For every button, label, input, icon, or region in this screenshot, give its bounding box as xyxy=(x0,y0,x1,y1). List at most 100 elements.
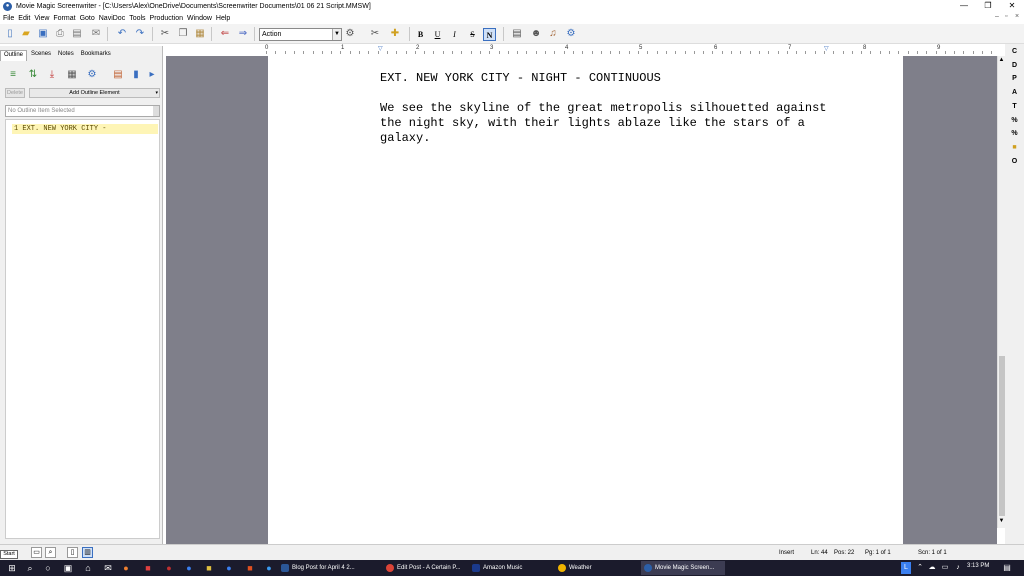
folder-icon[interactable]: ■ xyxy=(203,562,215,574)
mdi-minimize-button[interactable]: – xyxy=(995,13,999,20)
firefox-icon[interactable]: ● xyxy=(120,562,132,574)
chevron-down-icon[interactable]: ▼ xyxy=(332,29,341,40)
app-icon-orange[interactable]: ● xyxy=(163,562,175,574)
menu-help[interactable]: Help xyxy=(216,15,230,22)
outline-levels-icon[interactable]: ≡ xyxy=(6,68,20,82)
mail-icon[interactable]: ✉ xyxy=(102,562,114,574)
element-selector[interactable]: Action ▼ xyxy=(259,28,342,41)
notes-icon[interactable]: ▤ xyxy=(510,27,524,41)
italic-button[interactable]: I xyxy=(448,28,461,41)
format-element-icon[interactable]: ⚙ xyxy=(343,27,357,41)
menu-tools[interactable]: Tools xyxy=(129,15,145,22)
vertical-scrollbar[interactable]: ▲ ▼ xyxy=(997,56,1005,528)
windows-start-icon[interactable]: ⊞ xyxy=(6,562,18,574)
scene-cut-icon[interactable]: ✂ xyxy=(368,27,382,41)
save-icon[interactable]: ▣ xyxy=(36,27,50,41)
print-preview-icon[interactable]: ▤ xyxy=(70,27,84,41)
redo-icon[interactable]: ↷ xyxy=(133,27,147,41)
folder-icon[interactable]: ■ xyxy=(1008,142,1021,154)
app-icon[interactable]: ● xyxy=(3,2,12,11)
normal-text-button[interactable]: N xyxy=(483,28,496,41)
script-page[interactable]: EXT. NEW YORK CITY - NIGHT - CONTINUOUS … xyxy=(268,56,903,544)
voice-icon[interactable]: ♫ xyxy=(546,27,560,41)
battery-icon[interactable]: ▭ xyxy=(939,562,951,574)
app-tray-icon[interactable]: L xyxy=(901,562,911,574)
taskbar-item-movie-magic[interactable]: Movie Magic Screen... xyxy=(641,561,725,575)
action-line[interactable]: galaxy. xyxy=(380,131,430,146)
edge-icon[interactable]: ● xyxy=(223,562,235,574)
single-page-icon[interactable]: ▯ xyxy=(67,547,78,558)
action-element-button[interactable]: A xyxy=(1008,87,1021,99)
split-view-icon[interactable]: ▥ xyxy=(82,547,93,558)
transition-element-button[interactable]: T xyxy=(1008,101,1021,113)
print-icon[interactable]: ⎙ xyxy=(53,27,67,41)
parenthetical-element-button[interactable]: P xyxy=(1008,73,1021,85)
outline-settings-icon[interactable]: ⚙ xyxy=(85,68,99,82)
copy-icon[interactable]: ❐ xyxy=(176,27,190,41)
tab-bookmarks[interactable]: Bookmarks xyxy=(78,50,114,61)
volume-icon[interactable]: ♪ xyxy=(952,562,964,574)
open-folder-icon[interactable]: ▰ xyxy=(19,27,33,41)
character-element-button[interactable]: C xyxy=(1008,46,1021,58)
shot-element-button-2[interactable]: % xyxy=(1008,128,1021,140)
zoom-icon[interactable]: ⌕ xyxy=(45,547,56,558)
outline-expand-icon[interactable]: ▸ xyxy=(145,68,159,82)
taskbar-item-amazon-music[interactable]: Amazon Music xyxy=(469,561,553,575)
delete-outline-button[interactable]: Delete xyxy=(5,88,25,98)
close-button[interactable]: ✕ xyxy=(1000,0,1024,13)
previous-scene-icon[interactable]: ⇐ xyxy=(218,27,232,41)
scroll-up-icon[interactable]: ▲ xyxy=(998,57,1005,63)
minimize-button[interactable]: — xyxy=(952,0,976,13)
notifications-icon[interactable]: ▤ xyxy=(1001,562,1013,574)
outline-color-icon[interactable]: ▤ xyxy=(111,68,125,82)
action-line[interactable]: We see the skyline of the great metropol… xyxy=(380,101,826,116)
add-outline-element-button[interactable]: Add Outline Element ▾ xyxy=(29,88,160,98)
search-icon[interactable]: ⌕ xyxy=(24,562,36,574)
store-icon[interactable]: ▣ xyxy=(62,562,74,574)
facebook-icon[interactable]: ● xyxy=(183,562,195,574)
cut-icon[interactable]: ✂ xyxy=(158,27,172,41)
insert-scene-icon[interactable]: ✚ xyxy=(388,27,402,41)
menu-file[interactable]: File xyxy=(3,15,14,22)
taskbar-item-weather[interactable]: Weather xyxy=(555,561,639,575)
mdi-restore-button[interactable]: ▫ xyxy=(1005,13,1007,20)
menu-format[interactable]: Format xyxy=(53,15,75,22)
outline-item-field-scroll[interactable] xyxy=(153,106,159,116)
strikethrough-button[interactable]: S xyxy=(466,28,479,41)
chevron-up-icon[interactable]: ⌃ xyxy=(914,562,926,574)
outline-item[interactable]: 1 EXT. NEW YORK CITY - xyxy=(12,124,158,134)
email-icon[interactable]: ✉ xyxy=(89,27,103,41)
dialogue-element-button[interactable]: D xyxy=(1008,60,1021,72)
paste-icon[interactable]: ▦ xyxy=(193,27,207,41)
outline-view-icon[interactable]: ▦ xyxy=(65,68,79,82)
next-scene-icon[interactable]: ⇒ xyxy=(236,27,250,41)
menu-view[interactable]: View xyxy=(34,15,49,22)
sort-icon[interactable]: ⇅ xyxy=(26,68,40,82)
action-line[interactable]: the night sky, with their lights ablaze … xyxy=(380,116,805,131)
menu-production[interactable]: Production xyxy=(150,15,183,22)
skype-icon[interactable]: ● xyxy=(263,562,275,574)
other-element-button[interactable]: O xyxy=(1008,156,1021,168)
taskbar-item-edit-post[interactable]: Edit Post - A Certain P... xyxy=(383,561,467,575)
new-document-icon[interactable]: ▯ xyxy=(3,27,17,41)
taskbar-item-blog-post[interactable]: Blog Post for April 4 2... xyxy=(278,561,382,575)
undo-icon[interactable]: ↶ xyxy=(115,27,129,41)
outline-item-field[interactable]: No Outline Item Selected xyxy=(5,105,160,117)
underline-button[interactable]: U xyxy=(431,28,444,41)
tab-outline[interactable]: Outline xyxy=(0,50,28,61)
taskbar-clock[interactable]: 3:13 PM xyxy=(967,563,989,569)
page-view-icon[interactable]: ▭ xyxy=(31,547,42,558)
shot-element-button[interactable]: % xyxy=(1008,115,1021,127)
menu-goto[interactable]: Goto xyxy=(80,15,95,22)
mdi-close-button[interactable]: × xyxy=(1015,13,1019,20)
scroll-down-icon[interactable]: ▼ xyxy=(998,518,1005,524)
home-icon[interactable]: ⌂ xyxy=(82,562,94,574)
app-icon-red[interactable]: ■ xyxy=(142,562,154,574)
restore-button[interactable]: ❐ xyxy=(976,0,1000,13)
office-icon[interactable]: ■ xyxy=(244,562,256,574)
ruler[interactable]: 0 1 2 3 4 5 6 7 8 9 ▽ ▽ xyxy=(166,45,1004,55)
move-down-icon[interactable]: ⤓ xyxy=(45,68,59,82)
menu-window[interactable]: Window xyxy=(187,15,212,22)
tab-scenes[interactable]: Scenes xyxy=(28,50,54,61)
character-icon[interactable]: ☻ xyxy=(529,27,543,41)
